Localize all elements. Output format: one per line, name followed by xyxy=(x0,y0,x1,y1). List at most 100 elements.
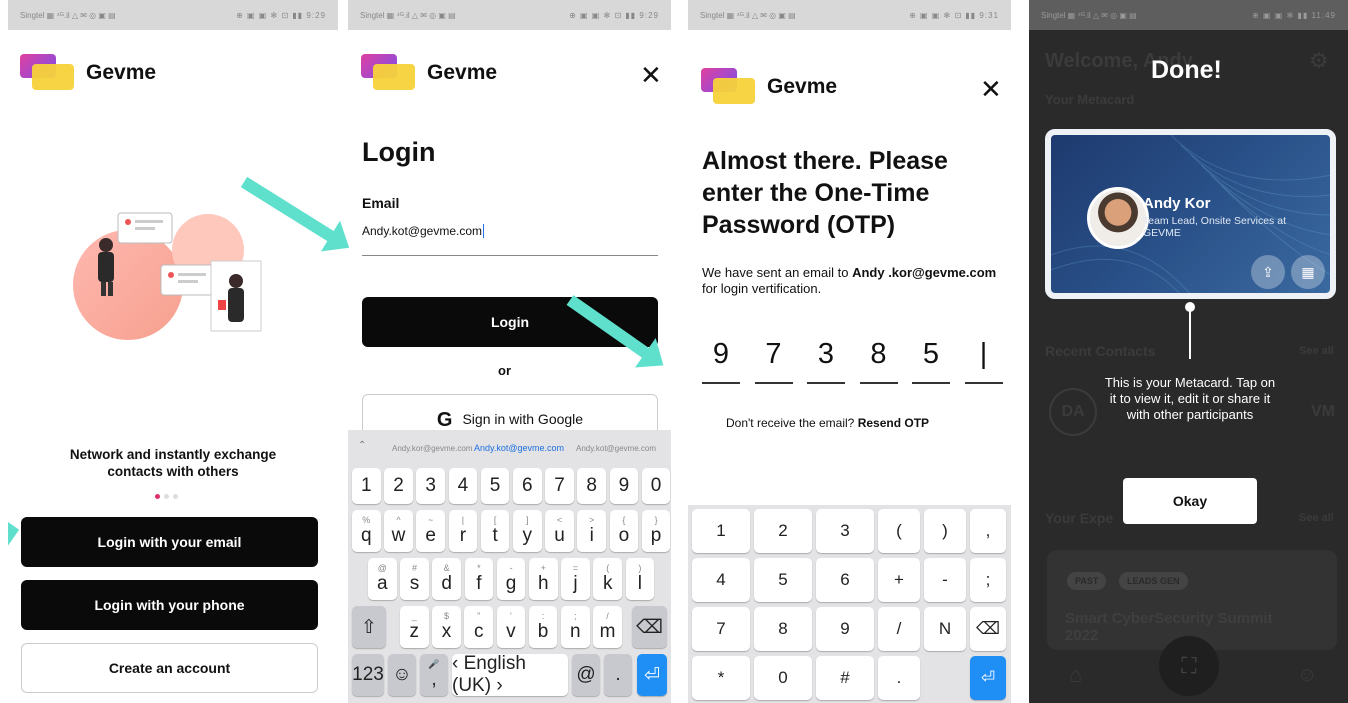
keypad-key[interactable]: ( xyxy=(878,509,920,553)
dot-key[interactable]: . xyxy=(604,654,632,696)
see-all-link[interactable]: See all xyxy=(1299,345,1334,357)
keyboard-key[interactable]: ] y xyxy=(513,510,542,552)
home-icon[interactable]: ⌂ xyxy=(1069,662,1082,688)
profile-icon[interactable]: ☺ xyxy=(1297,664,1317,687)
keypad-key[interactable]: 1 xyxy=(692,509,750,553)
keyboard-key[interactable]: * f xyxy=(464,558,494,600)
keyboard-key[interactable]: 4 xyxy=(448,468,478,504)
keyboard-key[interactable]: ~ e xyxy=(416,510,445,552)
keypad-key[interactable]: 6 xyxy=(816,558,874,602)
gevme-logo-icon xyxy=(20,54,76,92)
keyboard-key[interactable]: @ a xyxy=(368,558,397,600)
keyboard-key[interactable]: 0 xyxy=(641,468,671,504)
keyboard-key[interactable]: ) l xyxy=(625,558,655,600)
otp-digit: | xyxy=(979,338,988,370)
email-input[interactable]: Andy.kot@gevme.com xyxy=(362,222,658,256)
enter-key[interactable]: ⏎ xyxy=(637,654,667,696)
keyboard-key[interactable]: % q xyxy=(352,510,381,552)
keyboard-key[interactable]: > i xyxy=(577,510,606,552)
keypad-key[interactable]: # xyxy=(816,656,874,700)
keyboard-key[interactable]: {o xyxy=(609,510,639,552)
keypad-key[interactable]: 8 xyxy=(754,607,812,651)
keyboard-key[interactable]: -g xyxy=(496,558,526,600)
keyboard-key[interactable]: / m xyxy=(593,606,622,648)
keyboard-key[interactable]: | r xyxy=(448,510,478,552)
login-button[interactable]: Login xyxy=(362,297,658,347)
keypad-key[interactable]: 2 xyxy=(754,509,812,553)
keypad-key[interactable]: , xyxy=(970,509,1006,553)
keyboard-key[interactable]: = j xyxy=(561,558,590,600)
qr-code-button[interactable]: ▦ xyxy=(1291,255,1325,289)
keyboard-key[interactable]: 9 xyxy=(609,468,639,504)
scan-button[interactable]: ⛶ xyxy=(1159,636,1219,696)
keyboard-key[interactable]: ' v xyxy=(496,606,526,648)
comma-key[interactable]: 🎤, xyxy=(420,654,448,696)
keyboard-key[interactable]: 7 xyxy=(545,468,574,504)
keypad-key[interactable]: ⌫ xyxy=(970,607,1006,651)
keypad-key[interactable]: * xyxy=(692,656,750,700)
keypad-key[interactable]: 4 xyxy=(692,558,750,602)
keyboard-key[interactable]: # s xyxy=(400,558,429,600)
suggestion[interactable]: Andy.kor@gevme.com xyxy=(392,444,472,453)
contact-avatar[interactable]: DA xyxy=(1049,388,1097,436)
keypad-key[interactable]: / xyxy=(878,607,920,651)
metacard[interactable]: Andy Kor Team Lead, Onsite Services at G… xyxy=(1045,129,1336,299)
key-label: 4 xyxy=(457,475,469,496)
keyboard-key[interactable]: [t xyxy=(480,510,510,552)
keypad-key[interactable]: - xyxy=(924,558,966,602)
keyboard-key[interactable]: 6 xyxy=(513,468,542,504)
key-label: u xyxy=(554,524,565,546)
space-key[interactable]: ‹ English (UK) › xyxy=(452,653,568,696)
keypad-key[interactable]: + xyxy=(878,558,920,602)
see-all-link[interactable]: See all xyxy=(1299,512,1334,524)
keypad-key[interactable]: . xyxy=(878,656,920,700)
emoji-key[interactable]: ☺ xyxy=(388,654,416,696)
create-account-button[interactable]: Create an account xyxy=(21,643,318,693)
resend-otp-link[interactable]: Resend OTP xyxy=(858,416,929,430)
numbers-toggle-key[interactable]: 123 xyxy=(352,654,384,696)
login-email-button[interactable]: Login with your email xyxy=(21,517,318,567)
keypad-key[interactable]: 3 xyxy=(816,509,874,553)
event-card[interactable]: PAST LEADS GEN Smart CyberSecurity Summi… xyxy=(1047,550,1337,650)
keyboard-key[interactable]: 8 xyxy=(577,468,606,504)
keyboard-key[interactable]: ^ w xyxy=(384,510,413,552)
settings-gear-icon[interactable]: ⚙ xyxy=(1309,48,1329,74)
keypad-key[interactable]: 9 xyxy=(816,607,874,651)
keyboard-key[interactable]: } p xyxy=(641,510,671,552)
close-icon[interactable]: ✕ xyxy=(980,74,1002,105)
backspace-key[interactable]: ⌫ xyxy=(632,606,667,648)
key-label: j xyxy=(573,572,578,594)
keyboard-key[interactable]: (k xyxy=(593,558,622,600)
keyboard-key[interactable]: _ z xyxy=(400,606,429,648)
keypad-key[interactable]: ; xyxy=(970,558,1006,602)
keypad-key[interactable]: 7 xyxy=(692,607,750,651)
keyboard-key[interactable]: + h xyxy=(529,558,558,600)
keyboard-key[interactable]: " c xyxy=(464,606,493,648)
okay-button[interactable]: Okay xyxy=(1123,478,1257,524)
keyboard-key[interactable]: < u xyxy=(545,510,574,552)
keyboard-key[interactable]: ; n xyxy=(561,606,590,648)
suggestion[interactable]: Andy.kot@gevme.com xyxy=(474,443,564,453)
keyboard-collapse-icon[interactable]: ⌃ xyxy=(358,440,366,451)
enter-key[interactable]: ⏎ xyxy=(970,656,1006,700)
keypad-key[interactable]: 5 xyxy=(754,558,812,602)
at-key[interactable]: @ xyxy=(572,654,600,696)
login-phone-button[interactable]: Login with your phone xyxy=(21,580,318,630)
keyboard-key[interactable]: 5 xyxy=(480,468,510,504)
shift-key[interactable]: ⇧ xyxy=(352,606,386,648)
suggestion[interactable]: Andy.kot@gevme.com xyxy=(576,444,656,453)
keypad-key[interactable]: N xyxy=(924,607,966,651)
keyboard-key[interactable]: 3 xyxy=(416,468,445,504)
keyboard-key[interactable]: 1 xyxy=(352,468,381,504)
otp-underline xyxy=(754,382,793,384)
close-icon[interactable]: ✕ xyxy=(640,60,662,91)
share-button[interactable]: ⇪ xyxy=(1251,255,1285,289)
keyboard-key[interactable]: 2 xyxy=(384,468,413,504)
keypad-key[interactable]: 0 xyxy=(754,656,812,700)
keyboard-key[interactable]: :b xyxy=(528,606,558,648)
keyboard-key[interactable]: $ x xyxy=(432,606,461,648)
keypad-key[interactable]: ) xyxy=(924,509,966,553)
contact-avatar[interactable]: VM xyxy=(1299,388,1347,436)
status-bar: Singtel ▦ ⁴ᴳ.il △ ✉ ◎ ▣ ▤ ⊕ ▣ ▣ ✻ ⊡ ▮▮ 9… xyxy=(8,0,338,30)
keyboard-key[interactable]: & d xyxy=(432,558,461,600)
